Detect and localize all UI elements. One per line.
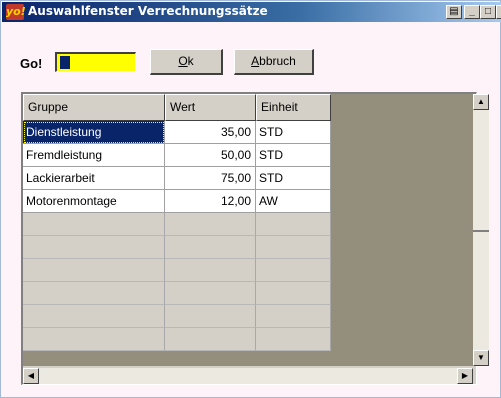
cell-gruppe[interactable]: Lackierarbeit	[23, 167, 165, 190]
empty-cell	[23, 259, 165, 282]
empty-cell	[23, 282, 165, 305]
cell-gruppe[interactable]: Motorenmontage	[23, 190, 165, 213]
vertical-scroll-thumb[interactable]	[473, 230, 489, 232]
empty-cell	[23, 236, 165, 259]
window: yo! Auswahlfenster Verrechnungssätze ▤ _…	[0, 0, 501, 398]
cell-einheit[interactable]: STD	[256, 167, 331, 190]
print-button[interactable]: ▤	[446, 5, 462, 19]
abbruch-label-rest: bbruch	[259, 54, 296, 68]
empty-cell	[165, 236, 256, 259]
empty-cell	[165, 282, 256, 305]
go-search-input[interactable]	[55, 52, 136, 72]
cell-wert[interactable]: 12,00	[165, 190, 256, 213]
cell-wert[interactable]: 75,00	[165, 167, 256, 190]
empty-cell	[165, 305, 256, 328]
empty-cell	[256, 305, 331, 328]
empty-cell	[23, 305, 165, 328]
column-header-wert[interactable]: Wert	[165, 94, 256, 121]
close-button[interactable]	[496, 5, 501, 19]
empty-cell	[165, 259, 256, 282]
cell-gruppe[interactable]: Dienstleistung	[23, 121, 165, 144]
app-logo-icon: yo!	[6, 4, 26, 20]
empty-cell	[23, 213, 165, 236]
scroll-right-icon[interactable]: ▶	[457, 368, 473, 384]
horizontal-scrollbar[interactable]: ◀ ▶	[23, 368, 473, 384]
cell-einheit[interactable]: AW	[256, 190, 331, 213]
empty-cell	[256, 282, 331, 305]
cell-einheit[interactable]: STD	[256, 121, 331, 144]
maximize-button[interactable]: □	[480, 5, 496, 19]
empty-cell	[23, 328, 165, 351]
cell-wert[interactable]: 50,00	[165, 144, 256, 167]
empty-cell	[256, 328, 331, 351]
abbruch-accelerator: A	[251, 54, 260, 68]
rates-grid[interactable]: Gruppe Wert Einheit Dienstleistung 35,00 S…	[23, 94, 475, 366]
ok-accelerator: O	[178, 54, 188, 68]
abbruch-button[interactable]: Abbruch	[234, 49, 314, 75]
cell-gruppe[interactable]: Fremdleistung	[23, 144, 165, 167]
empty-cell	[165, 213, 256, 236]
scroll-down-icon[interactable]: ▼	[473, 350, 489, 366]
window-title: Auswahlfenster Verrechnungssätze	[28, 4, 268, 18]
cell-einheit[interactable]: STD	[256, 144, 331, 167]
ok-label-rest: k	[187, 54, 194, 68]
empty-cell	[256, 259, 331, 282]
cell-wert[interactable]: 35,00	[165, 121, 256, 144]
text-cursor	[60, 56, 70, 69]
minimize-button[interactable]: _	[464, 5, 480, 19]
go-label: Go!	[20, 56, 43, 71]
title-bar[interactable]: yo! Auswahlfenster Verrechnungssätze ▤ _…	[2, 2, 501, 22]
vertical-scrollbar[interactable]: ▲ ▼	[473, 94, 489, 366]
empty-cell	[256, 213, 331, 236]
column-header-gruppe[interactable]: Gruppe	[23, 94, 165, 121]
empty-cell	[165, 328, 256, 351]
column-header-einheit[interactable]: Einheit	[256, 94, 331, 121]
scroll-left-icon[interactable]: ◀	[23, 368, 39, 384]
ok-button[interactable]: Ok	[150, 49, 223, 75]
scroll-up-icon[interactable]: ▲	[473, 94, 489, 110]
empty-cell	[256, 236, 331, 259]
